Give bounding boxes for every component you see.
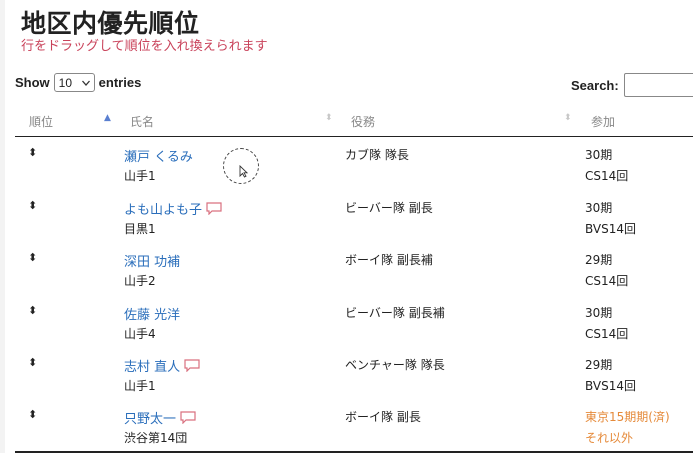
member-name[interactable]: よも山よも子 [124,199,202,218]
table-row[interactable]: ⬍ 志村 直人 山手1 ベンチャー隊 隊長 29期 BVS14回 [15,348,693,400]
table-row[interactable]: ⬍ 瀬戸 くるみ 山手1 カブ隊 隊長 30期 CS14回 [15,138,693,190]
comment-icon[interactable] [180,411,196,424]
member-unit: 山手1 [124,379,156,393]
member-role: ビーバー隊 副長補 [345,306,445,320]
participation-course: CS14回 [585,327,629,341]
participation-term: 30期 [585,306,613,320]
member-name[interactable]: 志村 直人 [124,356,180,375]
table-header: 順位 ▲ 氏名 ⬍ 役務 ⬍ 参加 [15,104,693,137]
sort-asc-icon[interactable]: ▲ [104,113,111,123]
participation-course-warning: それ以外 [585,431,634,445]
participation-course: CS14回 [585,169,629,183]
entries-select-value: 10 [58,75,73,90]
participation-term: 29期 [585,358,613,372]
member-name[interactable]: 只野太一 [124,408,176,427]
member-unit: 山手1 [124,169,156,183]
page-subtitle: 行をドラッグして順位を入れ換えられます [21,39,268,54]
member-name-link[interactable]: よも山よも子 [124,199,222,218]
entries-select[interactable]: 10 [53,73,95,92]
column-header-name[interactable]: 氏名 [130,113,154,130]
comment-icon[interactable] [206,202,222,215]
mouse-cursor-icon [239,165,248,178]
search-input[interactable] [623,73,693,97]
drag-handle-icon[interactable]: ⬍ [28,147,37,158]
table-row[interactable]: ⬍ よも山よも子 目黒1 ビーバー隊 副長 30期 BVS14回 [15,191,693,243]
chevron-down-icon [81,80,90,86]
participation-course: BVS14回 [585,379,636,393]
member-unit: 山手2 [124,274,156,288]
member-unit: 渋谷第14団 [124,431,188,445]
member-name-link[interactable]: 只野太一 [124,408,196,427]
table-row[interactable]: ⬍ 深田 功補 山手2 ボーイ隊 副長補 29期 CS14回 [15,243,693,295]
column-header-role[interactable]: 役務 [351,113,375,130]
entries-label: entries [98,75,142,90]
search-label: Search: [571,77,619,93]
left-gutter [0,0,5,453]
member-name-link[interactable]: 瀬戸 くるみ [124,146,193,165]
entries-length-control: Show 10 entries [15,73,141,92]
member-name[interactable]: 深田 功補 [124,251,180,270]
sort-both-icon[interactable]: ⬍ [564,113,572,123]
member-name-link[interactable]: 佐藤 光洋 [124,304,180,323]
participation-term: 30期 [585,148,613,162]
member-role: ベンチャー隊 隊長 [345,358,445,372]
participation-term-warning: 東京15期期(済) [585,410,670,424]
drag-handle-icon[interactable]: ⬍ [28,200,37,211]
drag-handle-icon[interactable]: ⬍ [28,357,37,368]
participation-term: 30期 [585,201,613,215]
member-name[interactable]: 佐藤 光洋 [124,304,180,323]
comment-icon[interactable] [184,359,200,372]
member-role: ボーイ隊 副長補 [345,253,433,267]
member-role: カブ隊 隊長 [345,148,409,162]
participation-term: 29期 [585,253,613,267]
member-unit: 目黒1 [124,222,156,236]
column-header-rank[interactable]: 順位 [29,113,53,130]
table-search: Search: [571,73,693,97]
drag-handle-icon[interactable]: ⬍ [28,409,37,420]
member-name-link[interactable]: 志村 直人 [124,356,200,375]
participation-course: CS14回 [585,274,629,288]
table-row[interactable]: ⬍ 佐藤 光洋 山手4 ビーバー隊 副長補 30期 CS14回 [15,296,693,348]
show-label: Show [15,75,50,90]
column-header-participation[interactable]: 参加 [591,113,615,130]
sort-both-icon[interactable]: ⬍ [325,113,333,123]
drag-handle-icon[interactable]: ⬍ [28,305,37,316]
member-unit: 山手4 [124,327,156,341]
member-role: ボーイ隊 副長 [345,410,421,424]
participation-course: BVS14回 [585,222,636,236]
member-name-link[interactable]: 深田 功補 [124,251,180,270]
drag-handle-icon[interactable]: ⬍ [28,252,37,263]
member-role: ビーバー隊 副長 [345,201,433,215]
member-name[interactable]: 瀬戸 くるみ [124,146,193,165]
page: 地区内優先順位 行をドラッグして順位を入れ換えられます Show 10 entr… [0,0,693,453]
table-row[interactable]: ⬍ 只野太一 渋谷第14団 ボーイ隊 副長 東京15期期(済) それ以外 [15,400,693,452]
